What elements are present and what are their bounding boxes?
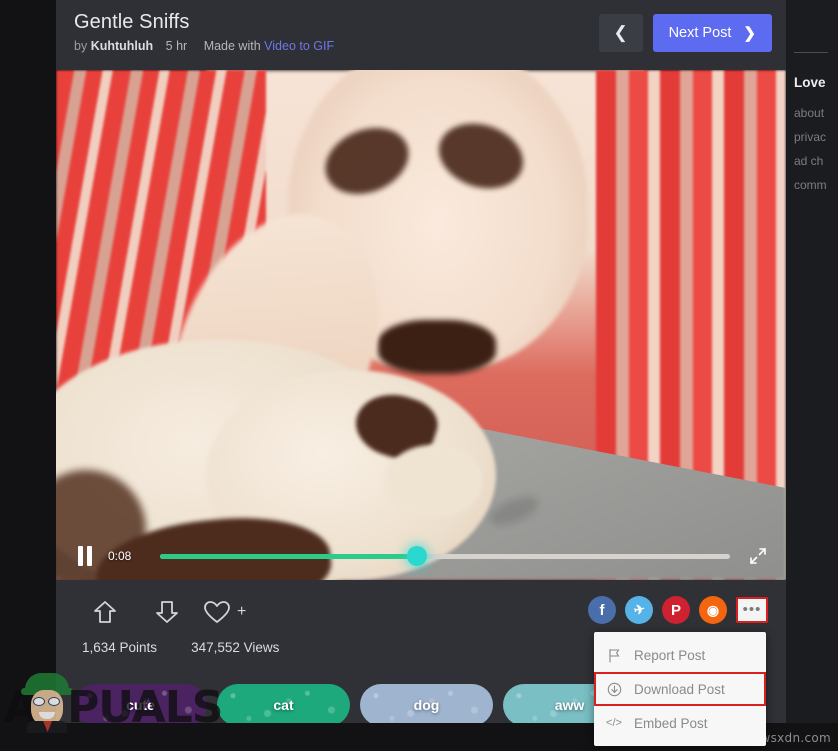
downvote-button[interactable] xyxy=(136,594,198,630)
points-count: 1,634 Points xyxy=(82,640,158,655)
sidebar-link-0[interactable]: about xyxy=(794,106,838,120)
tag-label: cute xyxy=(126,696,155,713)
menu-item-report-post[interactable]: Report Post xyxy=(594,638,766,672)
tag-label: cat xyxy=(273,696,294,713)
fullscreen-icon[interactable] xyxy=(748,546,768,566)
sidebar-link-1[interactable]: privac xyxy=(794,130,838,144)
arrow-down-icon xyxy=(156,601,178,623)
reddit-icon: ◉ xyxy=(706,601,720,618)
menu-item-embed-post[interactable]: </> Embed Post xyxy=(594,706,766,740)
video-frame xyxy=(56,70,786,580)
share-twitter-button[interactable]: ✈ xyxy=(625,596,653,624)
current-time: 0:08 xyxy=(108,549,132,563)
post-author[interactable]: Kuhtuhluh xyxy=(91,39,153,53)
code-icon: </> xyxy=(606,717,622,729)
video-controls: 0:08 xyxy=(56,532,786,580)
chevron-left-icon: ❮ xyxy=(613,23,628,42)
tag-cute[interactable]: cute xyxy=(74,683,207,726)
video-player[interactable]: 0:08 xyxy=(56,70,786,580)
ellipsis-icon: ••• xyxy=(742,601,762,618)
right-sidebar: Love about privac ad ch comm xyxy=(786,0,838,751)
sidebar-links: about privac ad ch comm xyxy=(794,106,838,192)
share-buttons: f ✈ P ◉ ••• xyxy=(588,596,768,624)
menu-item-download-post[interactable]: Download Post xyxy=(594,672,766,706)
download-circle-icon xyxy=(606,682,622,697)
made-with-label: Made with xyxy=(203,39,261,53)
pause-icon[interactable] xyxy=(78,546,96,566)
chevron-right-icon: ❯ xyxy=(743,25,756,42)
previous-post-button[interactable]: ❮ xyxy=(598,14,643,52)
more-options-menu: Report Post Download Post </> Embed Post xyxy=(594,632,766,746)
page-root: Gentle Sniffs by Kuhtuhluh 5 hr Made wit… xyxy=(0,0,838,751)
twitter-icon: ✈ xyxy=(632,601,646,618)
favorite-plus-label: + xyxy=(237,603,247,620)
header-actions: ❮ Next Post ❯ xyxy=(598,14,772,52)
sidebar-link-3[interactable]: comm xyxy=(794,178,838,192)
menu-item-label: Embed Post xyxy=(634,715,708,731)
next-post-button[interactable]: Next Post ❯ xyxy=(652,14,772,52)
favorite-button[interactable]: + xyxy=(202,598,246,626)
sidebar-title: Love xyxy=(794,75,826,90)
progress-scrubber[interactable] xyxy=(160,546,730,566)
flag-icon xyxy=(606,648,622,663)
progress-fill xyxy=(160,553,417,559)
progress-thumb[interactable] xyxy=(406,546,427,566)
sidebar-divider xyxy=(794,52,828,53)
tag-dog[interactable]: dog xyxy=(360,683,493,726)
pinterest-icon: P xyxy=(670,601,681,619)
share-reddit-button[interactable]: ◉ xyxy=(699,596,727,624)
menu-item-label: Report Post xyxy=(634,647,706,663)
upvote-button[interactable] xyxy=(74,594,136,630)
menu-item-label: Download Post xyxy=(634,681,725,697)
tag-cat[interactable]: cat xyxy=(217,683,350,726)
views-count: 347,552 Views xyxy=(191,640,280,655)
post-age: 5 hr xyxy=(165,39,188,53)
share-facebook-button[interactable]: f xyxy=(588,596,616,624)
post-header: Gentle Sniffs by Kuhtuhluh 5 hr Made wit… xyxy=(56,0,786,70)
made-with-tool-link[interactable]: Video to GIF xyxy=(264,39,334,53)
tag-label: aww xyxy=(554,696,585,713)
next-post-label: Next Post xyxy=(668,25,732,41)
more-options-button[interactable]: ••• xyxy=(736,597,768,623)
facebook-icon: f xyxy=(599,601,605,619)
tag-label: dog xyxy=(413,696,440,713)
arrow-up-icon xyxy=(94,601,116,623)
post-card: Gentle Sniffs by Kuhtuhluh 5 hr Made wit… xyxy=(56,0,786,737)
heart-icon xyxy=(204,601,230,623)
share-pinterest-button[interactable]: P xyxy=(662,596,690,624)
sidebar-link-2[interactable]: ad ch xyxy=(794,154,838,168)
byline-label: by xyxy=(74,39,88,53)
